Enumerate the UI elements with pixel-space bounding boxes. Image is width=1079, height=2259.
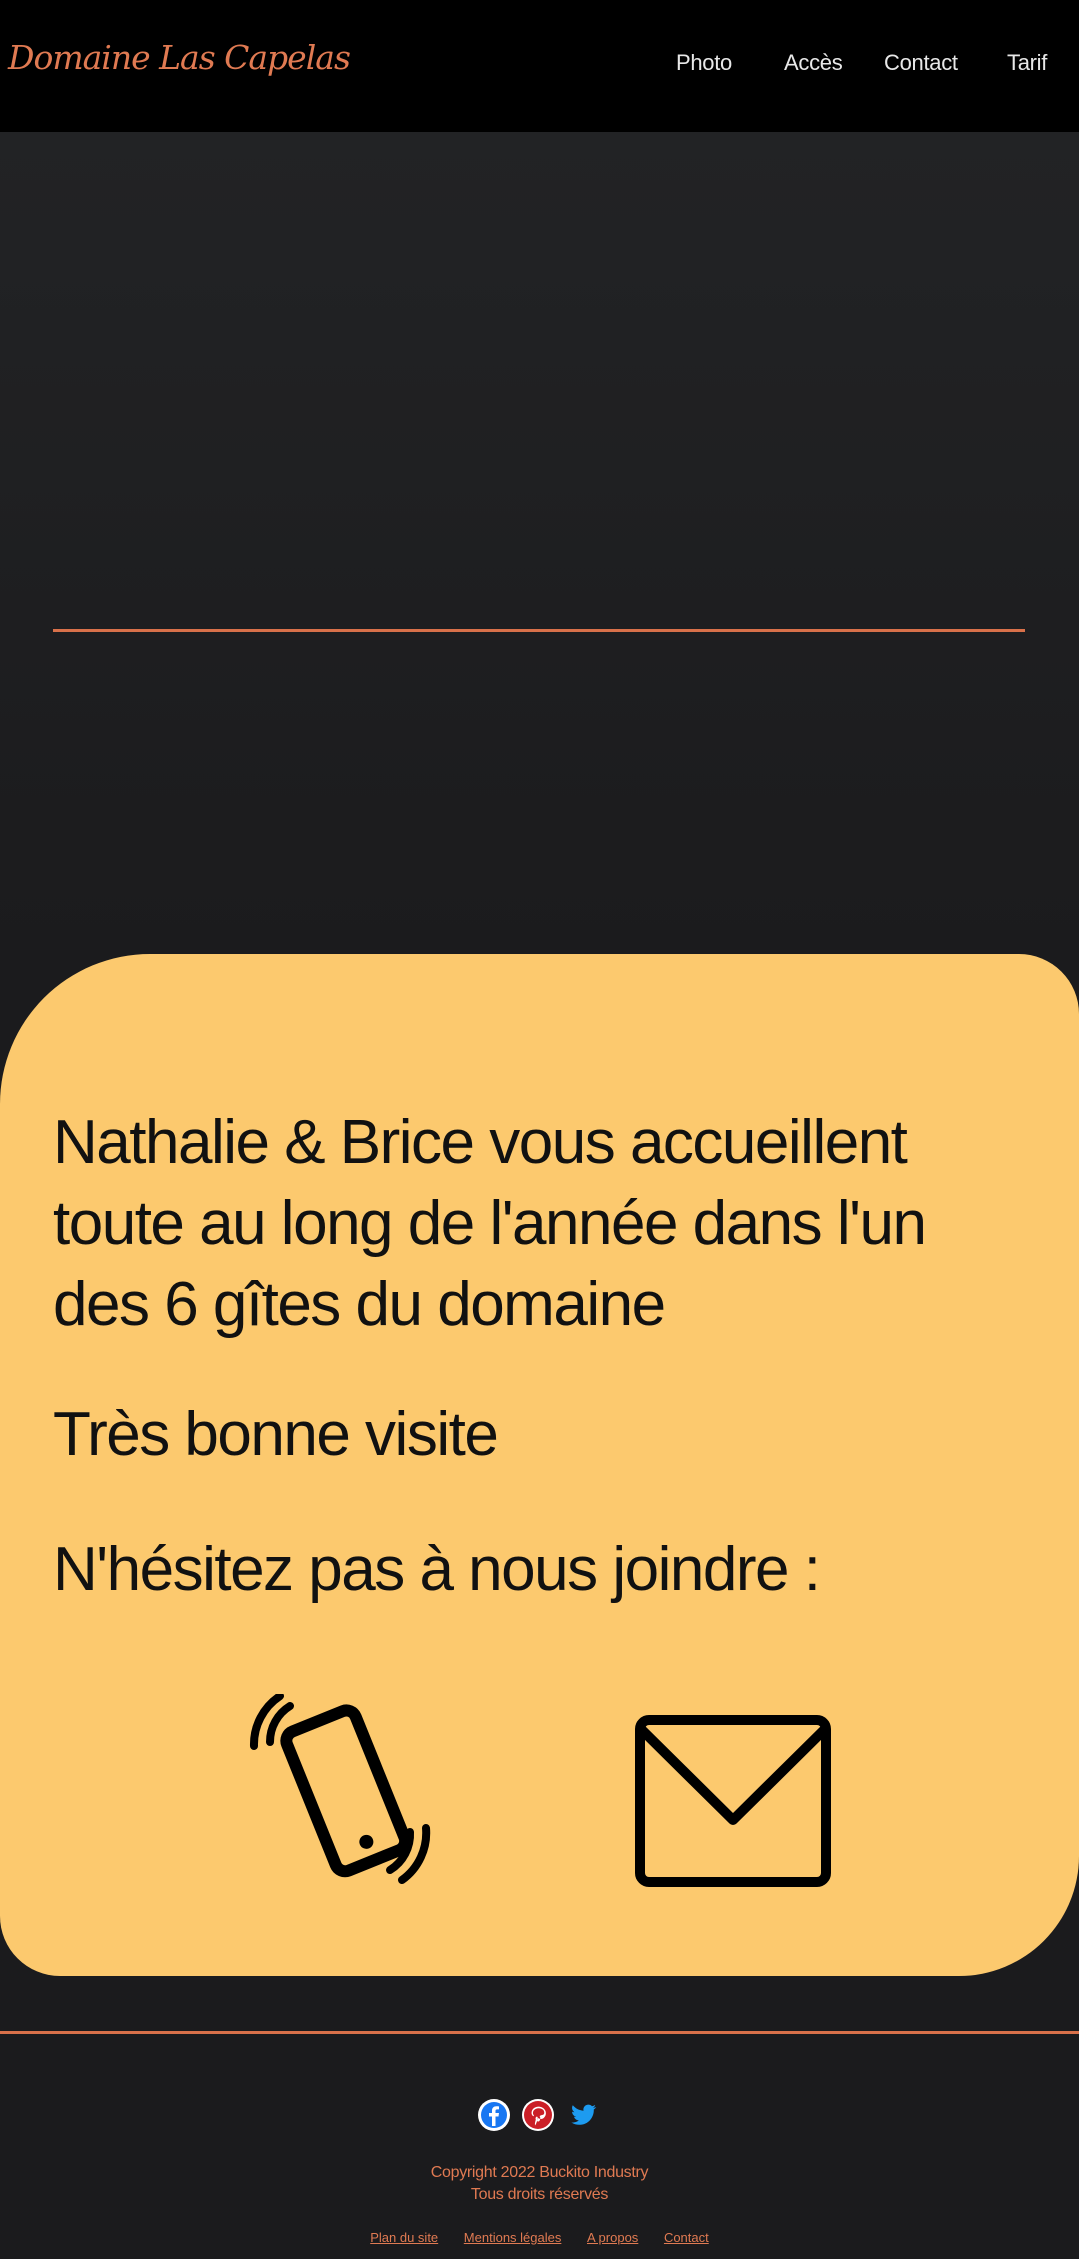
footer-link-a-propos[interactable]: A propos [587,2230,638,2245]
twitter-icon[interactable] [567,2099,599,2131]
rights-reserved-text: Tous droits réservés [470,2186,609,2203]
copyright-text: Copyright 2022 Buckito Industry [430,2164,649,2181]
nav-link-tarif[interactable]: Tarif [1007,50,1047,76]
welcome-text: Nathalie & Brice vous accueillent toute … [53,1108,927,1339]
pinterest-icon[interactable] [522,2099,554,2131]
nav-link-contact[interactable]: Contact [884,50,958,76]
hero-section [0,132,1079,952]
site-header: Domaine Las Capelas Photo Accès Contact … [0,0,1079,132]
footer-divider [0,2031,1079,2034]
mail-envelope-icon[interactable] [634,1714,832,1888]
nav-link-acces[interactable]: Accès [784,50,843,76]
visit-text: Très bonne visite [53,1400,499,1469]
footer-link-contact[interactable]: Contact [664,2230,709,2245]
footer-links: Plan du site Mentions légales A propos C… [0,2230,1079,2245]
hero-divider [53,629,1025,632]
footer-link-plan-du-site[interactable]: Plan du site [370,2230,438,2245]
facebook-icon[interactable] [478,2099,510,2131]
site-logo[interactable]: Domaine Las Capelas [8,38,351,77]
nav-link-photo[interactable]: Photo [676,50,732,76]
phone-vibrating-icon[interactable] [240,1694,450,1884]
join-text: N'hésitez pas à nous joindre : [53,1535,821,1604]
welcome-card: Nathalie & Brice vous accueillent toute … [0,954,1079,1976]
footer-link-mentions-legales[interactable]: Mentions légales [464,2230,562,2245]
